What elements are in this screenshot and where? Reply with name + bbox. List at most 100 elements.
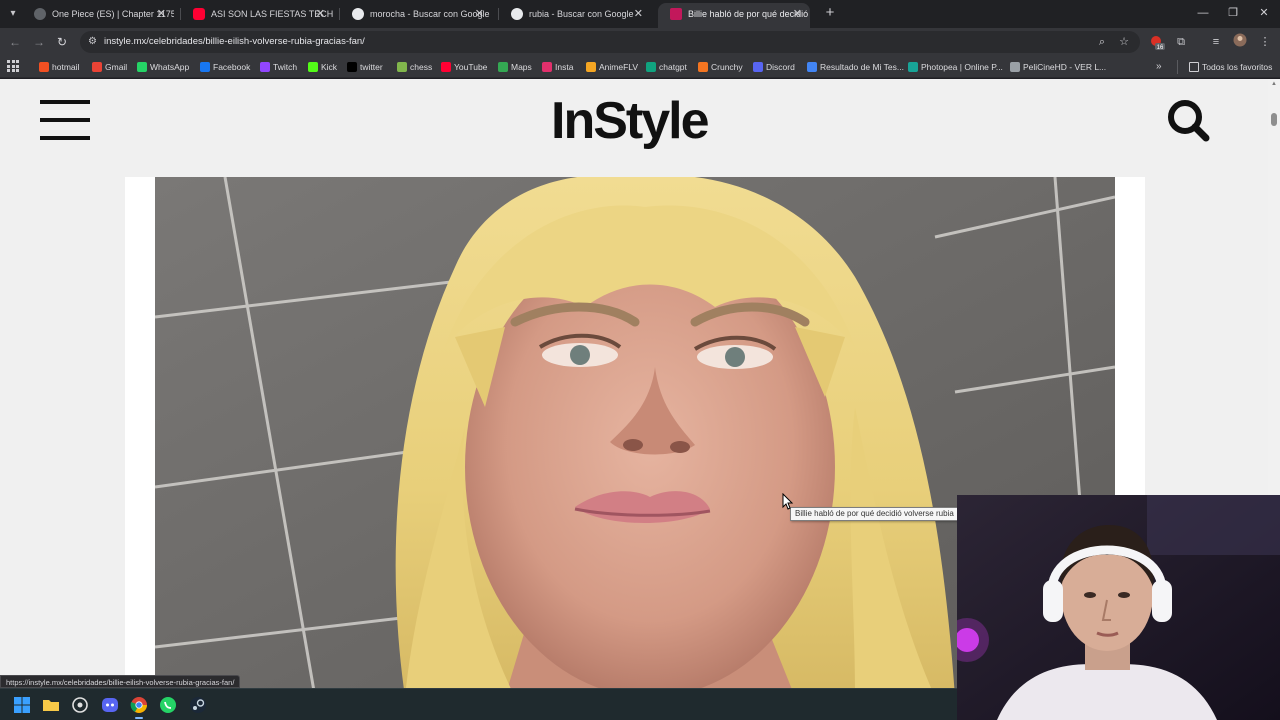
tab-strip: ▾ One Piece (ES) | Chapter 1175 ✕ ASI SO…	[0, 0, 1280, 28]
zoom-icon[interactable]: ⌕	[1094, 34, 1110, 50]
extensions-puzzle-icon[interactable]: ⧉	[1172, 33, 1190, 51]
bookmark-label: Twitch	[273, 62, 298, 72]
google-icon	[511, 8, 523, 20]
forward-icon[interactable]: →	[30, 33, 48, 51]
x-icon	[347, 62, 357, 72]
bookmark-label: Discord	[766, 62, 795, 72]
instyle-logo[interactable]: InStyle	[551, 91, 751, 151]
bookmark-label: Facebook	[213, 62, 251, 72]
extension-badge-icon[interactable]: 16	[1148, 33, 1166, 51]
bookmark-star-icon[interactable]: ☆	[1116, 34, 1132, 50]
app-icon[interactable]	[70, 695, 90, 715]
instyle-icon	[670, 8, 682, 20]
bookmark-label: Maps	[511, 62, 532, 72]
tab-search-icon[interactable]: ▾	[4, 5, 22, 23]
whatsapp-icon[interactable]	[158, 695, 178, 715]
bookmark-resultado-de-mi-tes[interactable]: Resultado de Mi Tes...	[807, 59, 904, 75]
reload-icon[interactable]: ↻	[53, 33, 71, 51]
media-controls-icon[interactable]: ≡	[1207, 33, 1225, 51]
twitch-icon	[260, 62, 270, 72]
address-bar[interactable]: ⚙ instyle.mx/celebridades/billie-eilish-…	[80, 31, 1140, 53]
scroll-up-icon[interactable]: ▲	[1270, 81, 1278, 89]
bookmark-whatsapp[interactable]: WhatsApp	[137, 59, 189, 75]
bookmark-crunchy[interactable]: Crunchy	[698, 59, 743, 75]
file-explorer-icon[interactable]	[41, 695, 61, 715]
bookmark-discord[interactable]: Discord	[753, 59, 795, 75]
bookmark-maps[interactable]: Maps	[498, 59, 532, 75]
status-bar-url: https://instyle.mx/celebridades/billie-e…	[0, 675, 241, 688]
bookmarks-overflow-icon[interactable]: »	[1156, 59, 1162, 75]
bookmark-chess[interactable]: chess	[397, 59, 432, 75]
windows-taskbar	[0, 688, 957, 720]
tab-close-icon[interactable]: ✕	[316, 3, 325, 25]
bookmark-label: PeliCineHD - VER L...	[1023, 62, 1107, 72]
crunchyroll-icon	[698, 62, 708, 72]
tab-close-icon[interactable]: ✕	[634, 3, 643, 25]
restore-icon[interactable]: ❐	[1222, 4, 1244, 22]
bookmark-chatgpt[interactable]: chatgpt	[646, 59, 687, 75]
tab-billie-active[interactable]: Billie habló de por qué decidió ✕	[658, 3, 810, 28]
chess-icon	[397, 62, 407, 72]
tab-one-piece[interactable]: One Piece (ES) | Chapter 1175 ✕	[22, 3, 174, 28]
bookmark-label: Kick	[321, 62, 338, 72]
url-text[interactable]: instyle.mx/celebridades/billie-eilish-vo…	[104, 31, 365, 53]
tab-title: rubia - Buscar con Google	[529, 9, 634, 19]
onepiece-icon	[34, 8, 46, 20]
bookmark-insta[interactable]: Insta	[542, 59, 573, 75]
tab-title: ASI SON LAS FIESTAS TECHNO	[211, 9, 333, 19]
scrollbar-thumb[interactable]	[1271, 113, 1277, 126]
discord-icon[interactable]	[100, 695, 120, 715]
bookmark-label: Resultado de Mi Tes...	[820, 62, 904, 72]
all-bookmarks-folder[interactable]: Todos los favoritos	[1189, 59, 1272, 75]
new-tab-button[interactable]: +	[822, 4, 838, 22]
tab-close-icon[interactable]: ✕	[157, 3, 166, 25]
bookmark-label: Insta	[555, 62, 574, 72]
search-icon[interactable]	[1166, 99, 1210, 143]
tab-title: Billie habló de por qué decidió	[688, 9, 809, 19]
mouse-cursor-icon	[782, 493, 794, 510]
chrome-menu-icon[interactable]: ⋮	[1256, 33, 1274, 51]
bookmark-kick[interactable]: Kick	[308, 59, 337, 75]
bookmark-label: chess	[410, 62, 433, 72]
film-icon	[1010, 62, 1020, 72]
folder-icon	[1189, 62, 1199, 72]
site-info-icon[interactable]: ⚙	[88, 35, 100, 49]
facebook-icon	[200, 62, 210, 72]
bookmark-hotmail[interactable]: hotmail	[39, 59, 79, 75]
bookmark-photopea-online-p[interactable]: Photopea | Online P...	[908, 59, 1003, 75]
bookmark-animeflv[interactable]: AnimeFLV	[586, 59, 638, 75]
bookmark-pelicinehd-ver-l[interactable]: PeliCineHD - VER L...	[1010, 59, 1106, 75]
bookmark-label: hotmail	[52, 62, 80, 72]
windows-start-icon[interactable]	[12, 695, 32, 715]
tab-rubia[interactable]: rubia - Buscar con Google ✕	[499, 3, 651, 28]
discord-icon	[753, 62, 763, 72]
bookmark-facebook[interactable]: Facebook	[200, 59, 250, 75]
menu-hamburger-icon[interactable]	[40, 100, 90, 140]
tab-morocha[interactable]: morocha - Buscar con Google ✕	[340, 3, 492, 28]
youtube-icon	[441, 62, 451, 72]
chrome-icon[interactable]	[129, 695, 149, 719]
bookmark-label: Gmail	[105, 62, 128, 72]
bookmark-gmail[interactable]: Gmail	[92, 59, 127, 75]
bookmark-twitter[interactable]: twitter	[347, 59, 383, 75]
back-icon[interactable]: ←	[6, 33, 24, 51]
streamer-webcam-overlay	[957, 495, 1280, 720]
instagram-icon	[542, 62, 552, 72]
steam-icon[interactable]	[188, 695, 208, 715]
bookmark-twitch[interactable]: Twitch	[260, 59, 297, 75]
profile-avatar-icon[interactable]	[1231, 33, 1249, 51]
bookmark-label: WhatsApp	[150, 62, 190, 72]
kick-icon	[308, 62, 318, 72]
tab-fiestas-techno[interactable]: ASI SON LAS FIESTAS TECHNO ✕	[181, 3, 333, 28]
bookmarks-bar: hotmail Gmail WhatsApp Facebook Twitch Kick tw…	[0, 56, 1280, 78]
minimize-icon[interactable]: —	[1192, 4, 1214, 22]
bookmark-youtube[interactable]: YouTube	[441, 59, 487, 75]
bookmark-label: YouTube	[454, 62, 488, 72]
close-window-icon[interactable]: ✕	[1253, 4, 1275, 22]
chatgpt-icon	[646, 62, 656, 72]
tab-close-icon[interactable]: ✕	[475, 3, 484, 25]
apps-grid-icon[interactable]	[7, 60, 19, 72]
globe-icon	[807, 62, 817, 72]
tab-title: morocha - Buscar con Google	[370, 9, 490, 19]
tab-close-icon[interactable]: ✕	[793, 3, 802, 25]
